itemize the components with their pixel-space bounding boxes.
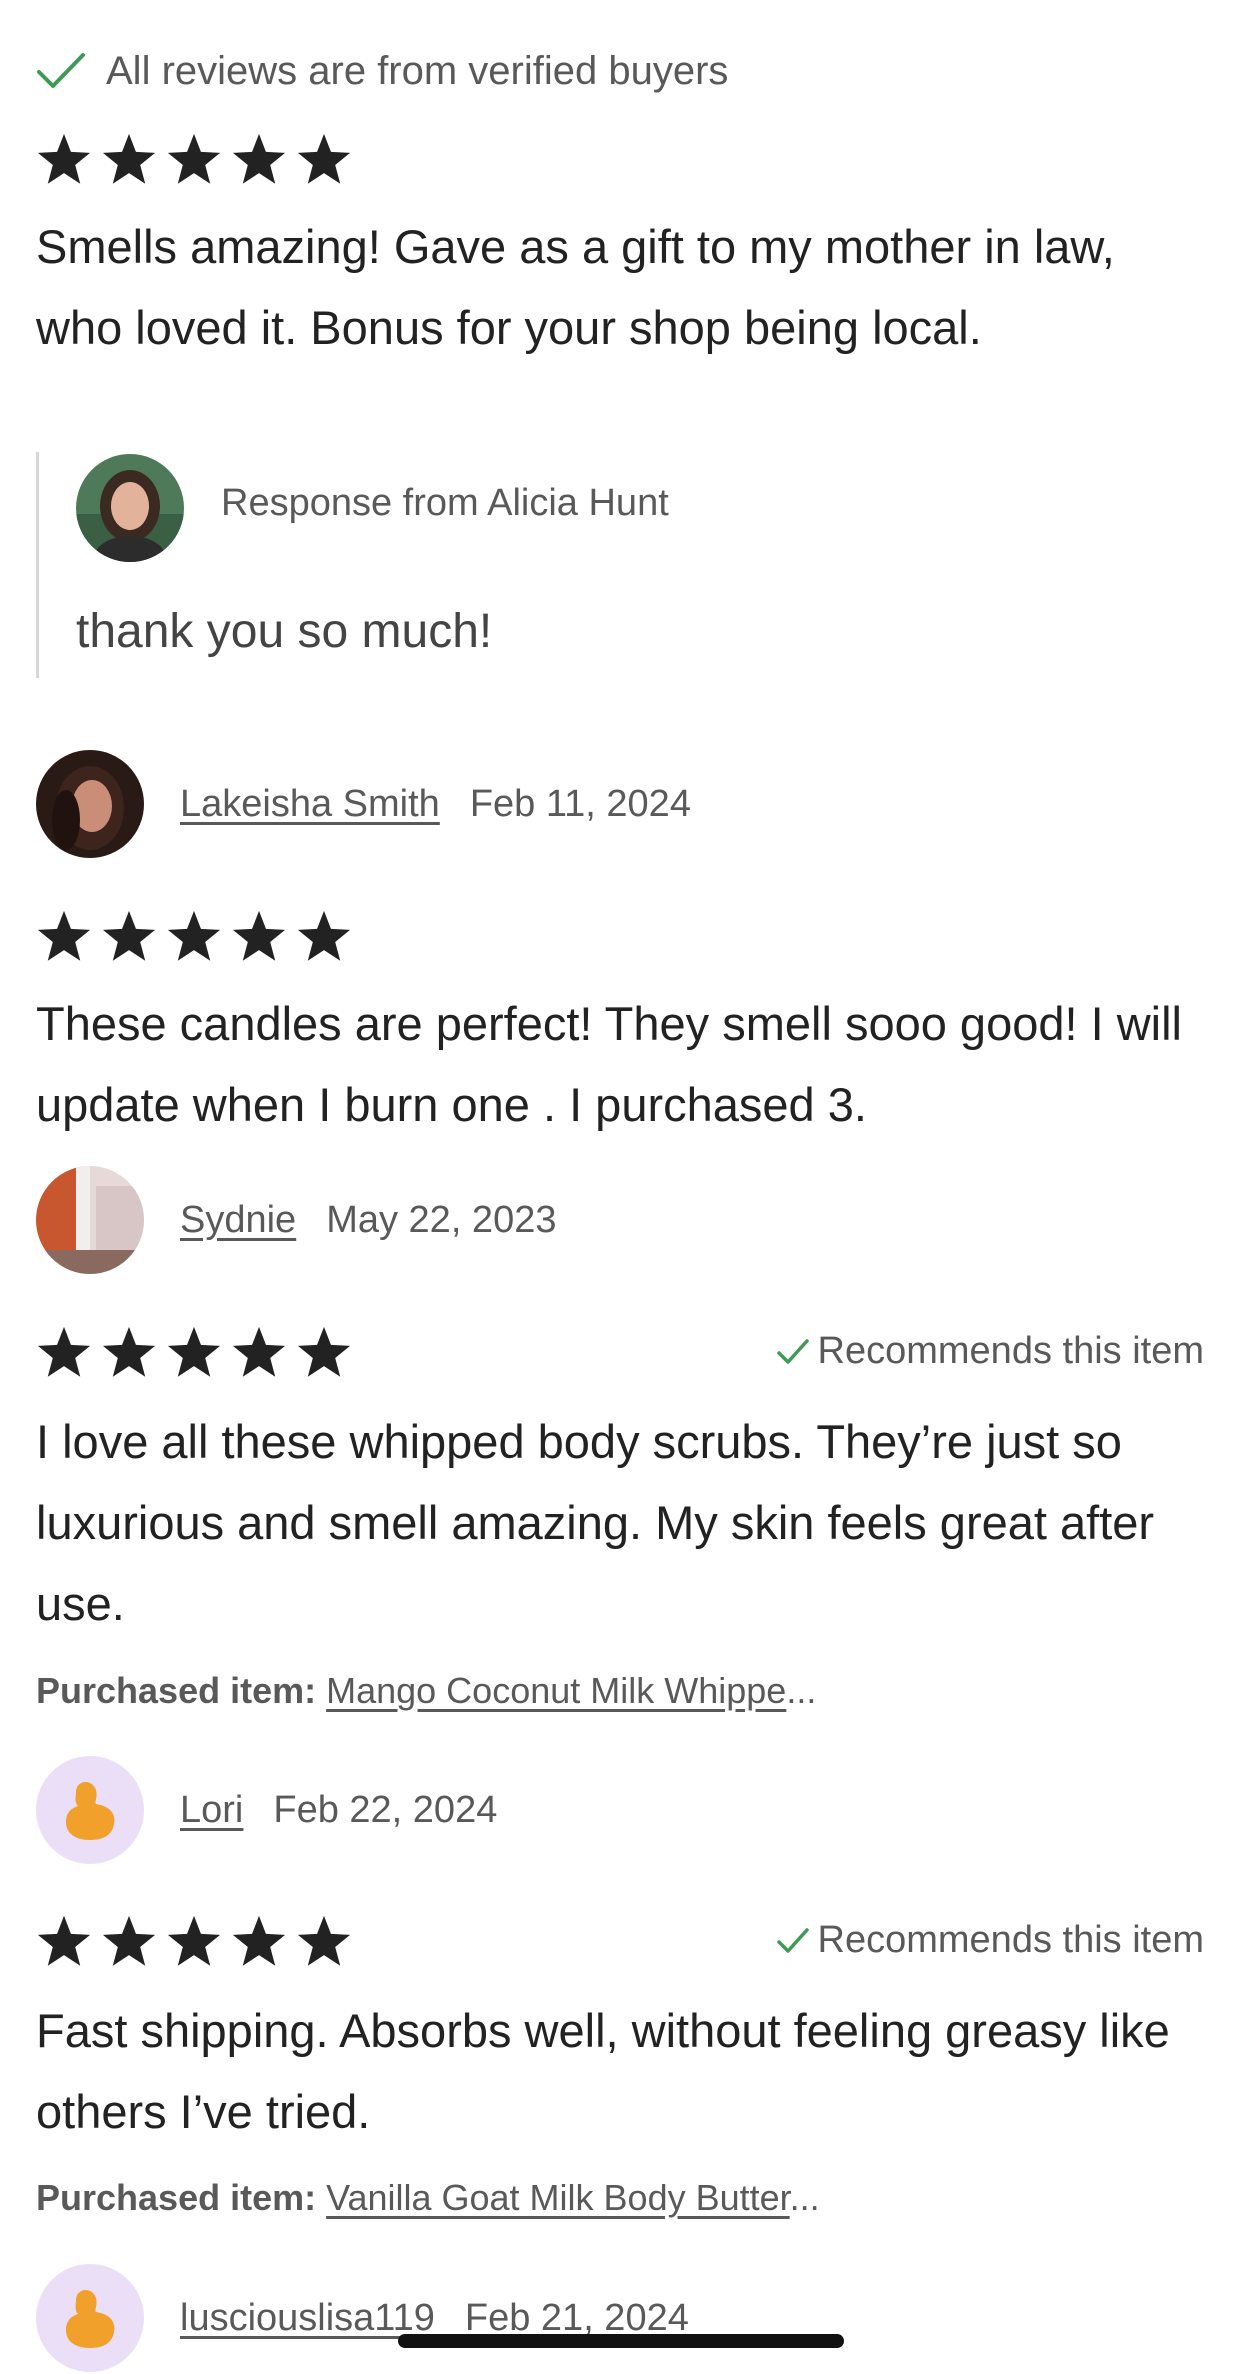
avatar[interactable] xyxy=(36,750,144,858)
avatar[interactable] xyxy=(36,1756,144,1864)
shop-owner-avatar xyxy=(76,454,184,567)
reviewer-name-link[interactable]: Lori xyxy=(180,1789,243,1832)
star-rating xyxy=(36,908,352,964)
star-rating xyxy=(36,1324,352,1380)
check-icon xyxy=(776,1337,810,1367)
purchased-item-link[interactable]: Mango Coconut Milk Whippe xyxy=(326,1670,786,1711)
recommends-badge: Recommends this item xyxy=(776,1919,1204,1962)
review-text: These candles are perfect! They smell so… xyxy=(36,997,1182,1131)
reviewer-row: Lori Feb 22, 2024 xyxy=(36,1756,497,1864)
reviewer-name-link[interactable]: lusciouslisa119 xyxy=(180,2297,435,2340)
recommends-text: Recommends this item xyxy=(817,1330,1204,1372)
review-date: Feb 22, 2024 xyxy=(273,1788,498,1831)
reviewer-row: lusciouslisa119 Feb 21, 2024 xyxy=(36,2264,689,2372)
purchased-label: Purchased item: xyxy=(36,2177,317,2218)
star-filled-icon xyxy=(37,133,91,184)
star-filled-icon xyxy=(232,1326,286,1377)
star-rating xyxy=(36,131,352,187)
star-filled-icon xyxy=(102,1326,156,1377)
star-filled-icon xyxy=(37,1326,91,1377)
shop-response: Response from Alicia Hunt thank you so m… xyxy=(36,452,1196,678)
verified-buyers-banner: All reviews are from verified buyers xyxy=(36,44,728,98)
star-filled-icon xyxy=(232,910,286,961)
recommends-text: Recommends this item xyxy=(817,1919,1204,1961)
star-filled-icon xyxy=(102,133,156,184)
star-filled-icon xyxy=(102,1915,156,1966)
star-filled-icon xyxy=(297,1326,351,1377)
reviewer-row: Sydnie May 22, 2023 xyxy=(36,1166,556,1274)
verified-banner-text: All reviews are from verified buyers xyxy=(106,48,729,93)
review-date: May 22, 2023 xyxy=(326,1198,557,1241)
purchased-item-link[interactable]: Vanilla Goat Milk Body Butter xyxy=(326,2177,790,2218)
star-filled-icon xyxy=(167,1915,221,1966)
check-icon xyxy=(776,1926,810,1956)
review-text: Fast shipping. Absorbs well, without fee… xyxy=(36,2004,1170,2138)
reviewer-name-link[interactable]: Lakeisha Smith xyxy=(180,783,440,826)
star-filled-icon xyxy=(167,910,221,961)
star-filled-icon xyxy=(37,1915,91,1966)
star-filled-icon xyxy=(37,910,91,961)
star-filled-icon xyxy=(167,133,221,184)
star-filled-icon xyxy=(102,910,156,961)
purchased-item: Purchased item: Vanilla Goat Milk Body B… xyxy=(36,2177,820,2219)
star-filled-icon xyxy=(232,1915,286,1966)
star-filled-icon xyxy=(232,133,286,184)
review-date: Feb 11, 2024 xyxy=(469,782,691,825)
check-icon xyxy=(36,51,86,91)
recommends-badge: Recommends this item xyxy=(776,1330,1204,1373)
reviewer-name-link[interactable]: Sydnie xyxy=(180,1199,296,1242)
avatar[interactable] xyxy=(36,2264,144,2372)
home-indicator[interactable] xyxy=(398,2334,844,2348)
review-text: Smells amazing! Gave as a gift to my mot… xyxy=(36,220,1115,354)
star-filled-icon xyxy=(297,1915,351,1966)
ellipsis: ... xyxy=(789,2177,820,2218)
reviews-screen: All reviews are from verified buyers Sme… xyxy=(0,0,1242,2374)
purchased-item: Purchased item: Mango Coconut Milk Whipp… xyxy=(36,1670,816,1712)
avatar[interactable] xyxy=(36,1166,144,1274)
response-text: thank you so much! xyxy=(76,605,493,658)
review-text: I love all these whipped body scrubs. Th… xyxy=(36,1415,1155,1630)
star-filled-icon xyxy=(297,910,351,961)
star-rating xyxy=(36,1913,352,1969)
ellipsis: ... xyxy=(786,1670,817,1711)
reviewer-row: Lakeisha Smith Feb 11, 2024 xyxy=(36,750,691,858)
purchased-label: Purchased item: xyxy=(36,1670,317,1711)
star-filled-icon xyxy=(167,1326,221,1377)
response-label: Response from Alicia Hunt xyxy=(221,482,669,524)
star-filled-icon xyxy=(297,133,351,184)
